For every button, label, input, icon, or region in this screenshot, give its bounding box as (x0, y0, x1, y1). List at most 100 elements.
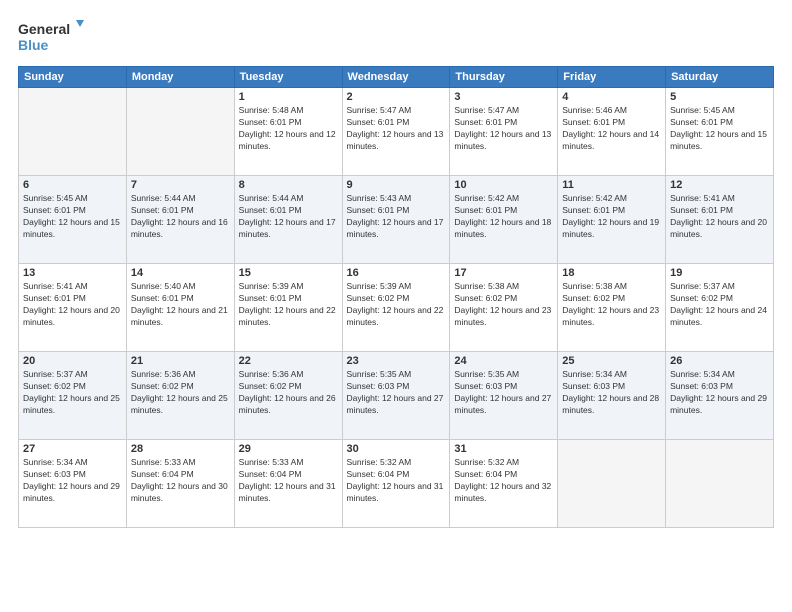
calendar-cell: 10Sunrise: 5:42 AMSunset: 6:01 PMDayligh… (450, 176, 558, 264)
day-info: Sunrise: 5:41 AMSunset: 6:01 PMDaylight:… (670, 193, 769, 241)
day-info: Sunrise: 5:42 AMSunset: 6:01 PMDaylight:… (454, 193, 553, 241)
logo: General Blue (18, 18, 88, 56)
day-number: 30 (347, 443, 446, 455)
weekday-header: Sunday (19, 67, 127, 88)
day-number: 13 (23, 267, 122, 279)
day-number: 2 (347, 91, 446, 103)
day-info: Sunrise: 5:46 AMSunset: 6:01 PMDaylight:… (562, 105, 661, 153)
calendar-cell: 31 Sunrise: 5:32 AMSunset: 6:04 PMDayligh… (450, 440, 558, 528)
day-info: Sunrise: 5:44 AMSunset: 6:01 PMDaylight:… (239, 193, 338, 241)
calendar-cell: 9 Sunrise: 5:43 AMSunset: 6:01 PMDaylight… (342, 176, 450, 264)
calendar-cell: 16 Sunrise: 5:39 AMSunset: 6:02 PMDayligh… (342, 264, 450, 352)
day-info: Sunrise: 5:36 AMSunset: 6:02 PMDaylight:… (239, 369, 338, 417)
day-info: Sunrise: 5:39 AMSunset: 6:02 PMDaylight:… (347, 281, 446, 329)
day-info: Sunrise: 5:44 AMSunset: 6:01 PMDaylight:… (131, 193, 230, 241)
header: General Blue (18, 18, 774, 56)
day-info: Sunrise: 5:34 AMSunset: 6:03 PMDaylight:… (562, 369, 661, 417)
calendar-cell: 7Sunrise: 5:44 AMSunset: 6:01 PMDaylight… (126, 176, 234, 264)
day-number: 18 (562, 267, 661, 279)
calendar-week-row: 6 Sunrise: 5:45 AMSunset: 6:01 PMDaylight… (19, 176, 774, 264)
calendar-week-row: 20 Sunrise: 5:37 AMSunset: 6:02 PMDayligh… (19, 352, 774, 440)
day-info: Sunrise: 5:47 AMSunset: 6:01 PMDaylight:… (347, 105, 446, 153)
calendar-cell: 11 Sunrise: 5:42 AMSunset: 6:01 PMDayligh… (558, 176, 666, 264)
day-number: 25 (562, 355, 661, 367)
day-info: Sunrise: 5:32 AMSunset: 6:04 PMDaylight:… (454, 457, 553, 505)
day-info: Sunrise: 5:36 AMSunset: 6:02 PMDaylight:… (131, 369, 230, 417)
day-info: Sunrise: 5:32 AMSunset: 6:04 PMDaylight:… (347, 457, 446, 505)
calendar-cell: 24 Sunrise: 5:35 AMSunset: 6:03 PMDayligh… (450, 352, 558, 440)
day-number: 12 (670, 179, 769, 191)
weekday-header: Monday (126, 67, 234, 88)
logo-svg: General Blue (18, 18, 88, 56)
day-number: 3 (454, 91, 553, 103)
day-number: 26 (670, 355, 769, 367)
day-info: Sunrise: 5:47 AMSunset: 6:01 PMDaylight:… (454, 105, 553, 153)
calendar-cell: 13 Sunrise: 5:41 AMSunset: 6:01 PMDayligh… (19, 264, 127, 352)
day-number: 29 (239, 443, 338, 455)
day-info: Sunrise: 5:33 AMSunset: 6:04 PMDaylight:… (239, 457, 338, 505)
calendar-cell (19, 88, 127, 176)
day-info: Sunrise: 5:42 AMSunset: 6:01 PMDaylight:… (562, 193, 661, 241)
day-number: 23 (347, 355, 446, 367)
day-number: 6 (23, 179, 122, 191)
day-number: 17 (454, 267, 553, 279)
day-info: Sunrise: 5:35 AMSunset: 6:03 PMDaylight:… (347, 369, 446, 417)
day-number: 15 (239, 267, 338, 279)
day-info: Sunrise: 5:45 AMSunset: 6:01 PMDaylight:… (670, 105, 769, 153)
day-number: 22 (239, 355, 338, 367)
weekday-header: Friday (558, 67, 666, 88)
calendar-cell (558, 440, 666, 528)
day-number: 8 (239, 179, 338, 191)
day-number: 11 (562, 179, 661, 191)
calendar-cell: 20 Sunrise: 5:37 AMSunset: 6:02 PMDayligh… (19, 352, 127, 440)
day-number: 20 (23, 355, 122, 367)
calendar-cell: 30 Sunrise: 5:32 AMSunset: 6:04 PMDayligh… (342, 440, 450, 528)
day-number: 24 (454, 355, 553, 367)
calendar-cell: 15 Sunrise: 5:39 AMSunset: 6:01 PMDayligh… (234, 264, 342, 352)
calendar-cell: 2 Sunrise: 5:47 AMSunset: 6:01 PMDaylight… (342, 88, 450, 176)
day-info: Sunrise: 5:48 AMSunset: 6:01 PMDaylight:… (239, 105, 338, 153)
svg-text:Blue: Blue (18, 37, 49, 53)
weekday-header: Wednesday (342, 67, 450, 88)
svg-text:General: General (18, 21, 70, 37)
day-info: Sunrise: 5:38 AMSunset: 6:02 PMDaylight:… (562, 281, 661, 329)
calendar-cell: 12 Sunrise: 5:41 AMSunset: 6:01 PMDayligh… (666, 176, 774, 264)
day-info: Sunrise: 5:41 AMSunset: 6:01 PMDaylight:… (23, 281, 122, 329)
day-info: Sunrise: 5:40 AMSunset: 6:01 PMDaylight:… (131, 281, 230, 329)
day-info: Sunrise: 5:35 AMSunset: 6:03 PMDaylight:… (454, 369, 553, 417)
day-number: 1 (239, 91, 338, 103)
calendar-cell: 8 Sunrise: 5:44 AMSunset: 6:01 PMDaylight… (234, 176, 342, 264)
day-number: 21 (131, 355, 230, 367)
day-number: 9 (347, 179, 446, 191)
day-number: 5 (670, 91, 769, 103)
calendar-cell: 1 Sunrise: 5:48 AMSunset: 6:01 PMDaylight… (234, 88, 342, 176)
day-info: Sunrise: 5:37 AMSunset: 6:02 PMDaylight:… (23, 369, 122, 417)
day-number: 28 (131, 443, 230, 455)
weekday-header: Saturday (666, 67, 774, 88)
calendar-cell: 25 Sunrise: 5:34 AMSunset: 6:03 PMDayligh… (558, 352, 666, 440)
calendar-cell: 5 Sunrise: 5:45 AMSunset: 6:01 PMDaylight… (666, 88, 774, 176)
calendar-cell: 19Sunrise: 5:37 AMSunset: 6:02 PMDayligh… (666, 264, 774, 352)
day-number: 31 (454, 443, 553, 455)
calendar-cell: 21 Sunrise: 5:36 AMSunset: 6:02 PMDayligh… (126, 352, 234, 440)
page: General Blue SundayMondayTuesdayWednesda… (0, 0, 792, 612)
weekday-header-row: SundayMondayTuesdayWednesdayThursdayFrid… (19, 67, 774, 88)
calendar-cell (126, 88, 234, 176)
calendar-cell: 14 Sunrise: 5:40 AMSunset: 6:01 PMDayligh… (126, 264, 234, 352)
calendar-cell: 4 Sunrise: 5:46 AMSunset: 6:01 PMDaylight… (558, 88, 666, 176)
day-info: Sunrise: 5:39 AMSunset: 6:01 PMDaylight:… (239, 281, 338, 329)
weekday-header: Thursday (450, 67, 558, 88)
calendar-table: SundayMondayTuesdayWednesdayThursdayFrid… (18, 66, 774, 528)
calendar-week-row: 13 Sunrise: 5:41 AMSunset: 6:01 PMDayligh… (19, 264, 774, 352)
day-number: 16 (347, 267, 446, 279)
calendar-week-row: 1 Sunrise: 5:48 AMSunset: 6:01 PMDaylight… (19, 88, 774, 176)
day-info: Sunrise: 5:45 AMSunset: 6:01 PMDaylight:… (23, 193, 122, 241)
day-info: Sunrise: 5:43 AMSunset: 6:01 PMDaylight:… (347, 193, 446, 241)
calendar-cell: 27Sunrise: 5:34 AMSunset: 6:03 PMDayligh… (19, 440, 127, 528)
day-number: 4 (562, 91, 661, 103)
day-number: 14 (131, 267, 230, 279)
calendar-cell: 6 Sunrise: 5:45 AMSunset: 6:01 PMDaylight… (19, 176, 127, 264)
calendar-cell: 17Sunrise: 5:38 AMSunset: 6:02 PMDayligh… (450, 264, 558, 352)
calendar-cell (666, 440, 774, 528)
calendar-cell: 29 Sunrise: 5:33 AMSunset: 6:04 PMDayligh… (234, 440, 342, 528)
